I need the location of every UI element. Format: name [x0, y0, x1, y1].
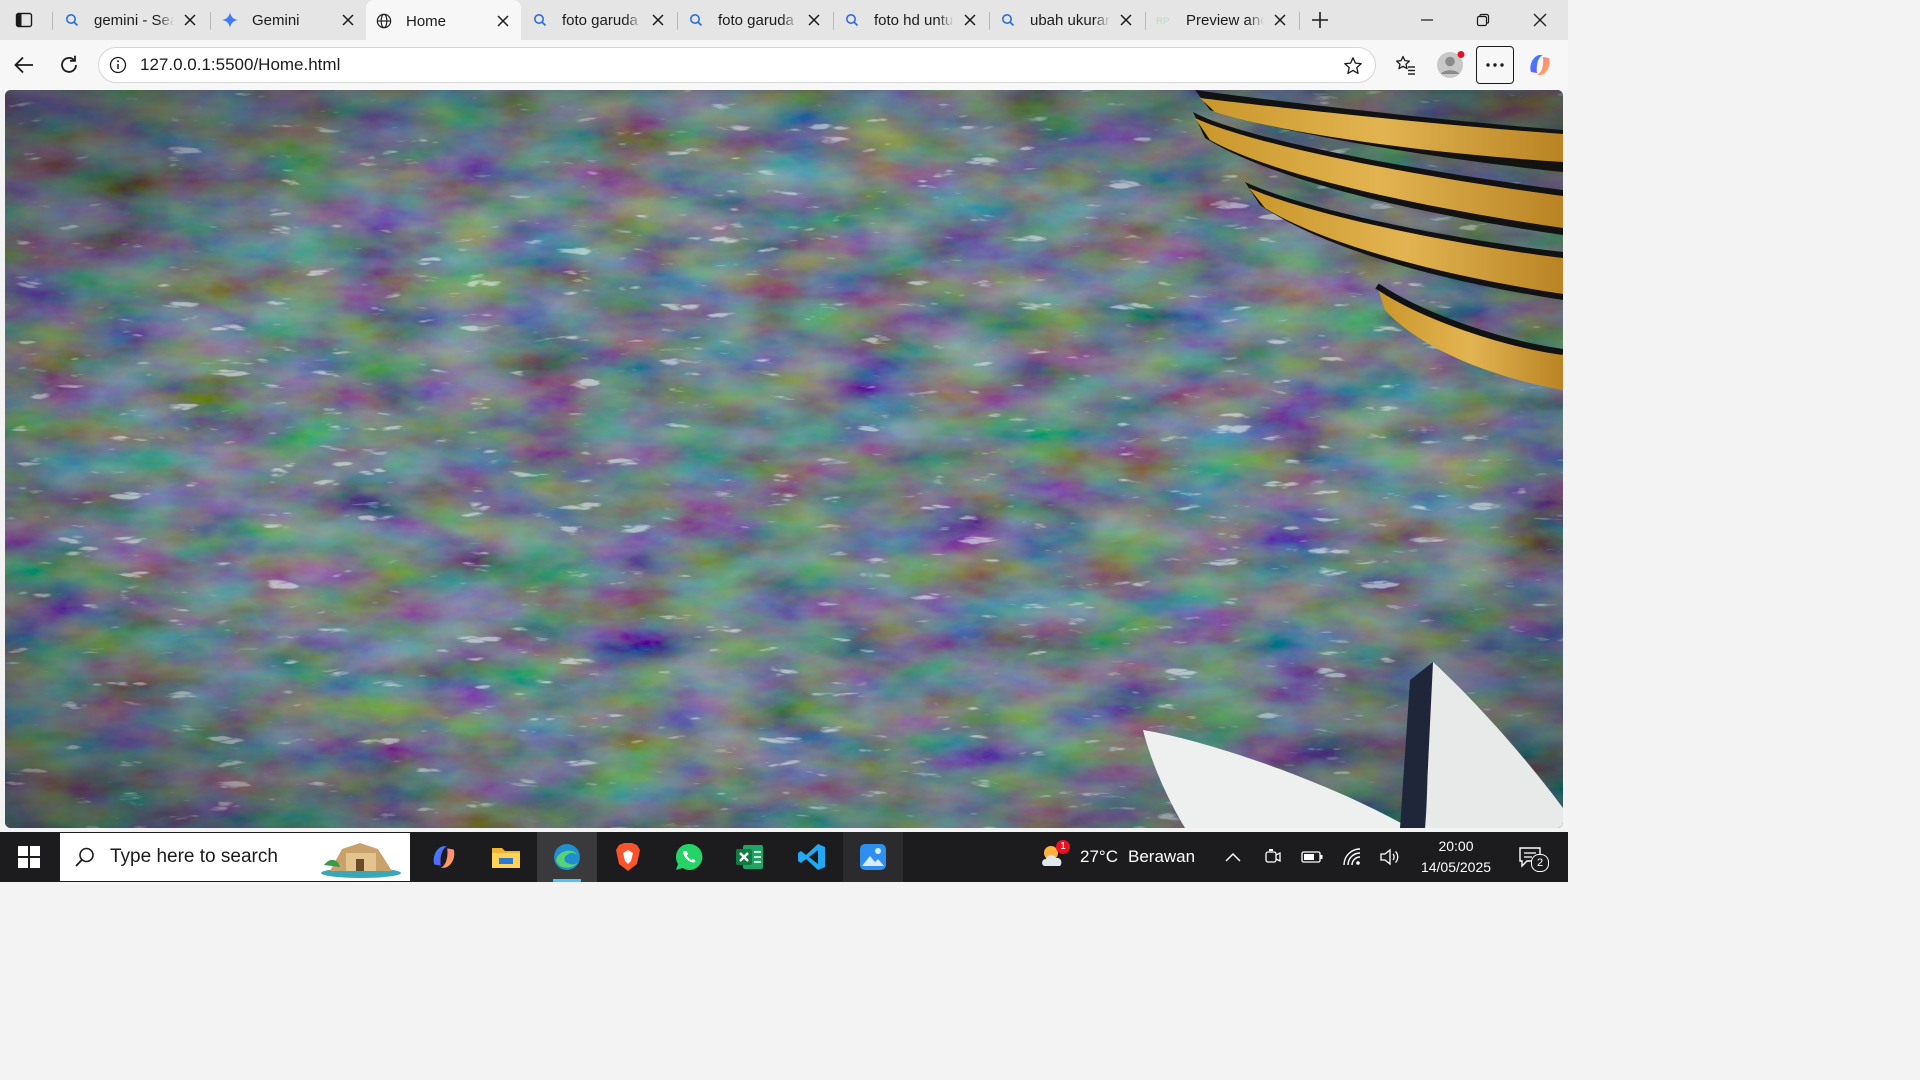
rocky-water-photo — [5, 90, 1563, 828]
windows-logo-icon — [18, 846, 40, 868]
address-bar[interactable]: 127.0.0.1:5500/Home.html — [98, 47, 1376, 83]
back-arrow-icon[interactable] — [12, 53, 36, 77]
search-icon — [688, 12, 704, 28]
tab-home[interactable]: Home — [366, 0, 521, 42]
tab-foto-hd[interactable]: foto hd untuk — [834, 0, 988, 40]
browser-toolbar: 127.0.0.1:5500/Home.html — [0, 40, 1568, 90]
notification-center-button[interactable]: 2 — [1510, 832, 1550, 882]
favorites-icon[interactable] — [1391, 50, 1421, 80]
brave-browser-icon[interactable] — [598, 832, 658, 882]
new-tab-plus-icon[interactable] — [1308, 8, 1332, 32]
close-icon[interactable] — [806, 12, 822, 28]
svg-text:RP: RP — [1156, 16, 1169, 27]
photos-app-icon[interactable] — [843, 832, 903, 882]
file-explorer-icon[interactable] — [476, 832, 536, 882]
tab-title: ubah ukuran — [1030, 11, 1110, 29]
gemini-sparkle-icon — [222, 12, 238, 28]
windows-taskbar: Type here to search 1 27°C Berawan 20:00… — [0, 832, 1568, 882]
copilot-app-icon[interactable] — [414, 832, 474, 882]
tab-gemini-search[interactable]: gemini - Search — [54, 0, 208, 40]
tab-title: gemini - Search — [94, 11, 174, 29]
page-background-image — [5, 90, 1563, 828]
profile-avatar-icon[interactable] — [1435, 50, 1465, 80]
battery-icon[interactable] — [1300, 832, 1324, 882]
clock-time: 20:00 — [1438, 838, 1474, 854]
close-icon[interactable] — [650, 12, 666, 28]
taskbar-clock[interactable]: 20:00 14/05/2025 — [1412, 836, 1500, 878]
wifi-icon[interactable] — [1340, 832, 1364, 882]
globe-icon — [376, 13, 392, 29]
search-icon — [1000, 12, 1016, 28]
rp-site-icon: RP — [1156, 12, 1172, 28]
tab-title: Preview and — [1186, 11, 1264, 29]
more-options-icon[interactable] — [1476, 46, 1514, 84]
favorite-star-icon[interactable] — [1343, 56, 1363, 76]
tab-preview[interactable]: RP Preview and — [1146, 0, 1298, 40]
close-icon[interactable] — [340, 12, 356, 28]
tab-gemini[interactable]: Gemini — [212, 0, 366, 40]
tab-title: foto garuda — [562, 11, 638, 29]
tab-title: foto garuda — [718, 11, 794, 29]
site-info-icon[interactable] — [109, 56, 127, 74]
clock-date: 14/05/2025 — [1420, 859, 1492, 875]
weather-condition: Berawan — [1127, 847, 1196, 866]
search-icon — [844, 12, 860, 28]
close-icon[interactable] — [182, 12, 198, 28]
url-text[interactable]: 127.0.0.1:5500/Home.html — [140, 55, 340, 75]
taskbar-search-box[interactable]: Type here to search — [60, 833, 410, 881]
search-icon — [74, 846, 96, 868]
tab-title: Home — [406, 12, 447, 30]
search-icon — [532, 12, 548, 28]
excel-icon[interactable] — [720, 832, 780, 882]
tab-title: foto hd untuk — [874, 11, 954, 29]
search-icon — [64, 12, 80, 28]
start-button[interactable] — [0, 832, 58, 882]
tab-foto-garuda-1[interactable]: foto garuda — [522, 0, 676, 40]
vscode-icon[interactable] — [782, 832, 842, 882]
copilot-icon[interactable] — [1525, 50, 1555, 80]
refresh-icon[interactable] — [57, 53, 81, 77]
notification-count-badge: 2 — [1531, 854, 1549, 872]
weather-widget[interactable]: 1 27°C Berawan — [1038, 832, 1195, 882]
tab-ubah-ukuran[interactable]: ubah ukuran — [990, 0, 1144, 40]
search-highlight-illustration-icon — [316, 835, 406, 882]
tab-strip: gemini - Search Gemini Home foto garuda … — [0, 0, 1568, 42]
close-icon[interactable] — [495, 13, 511, 29]
weather-temp: 27°C — [1080, 847, 1118, 866]
close-icon[interactable] — [962, 12, 978, 28]
show-hidden-icons-chevron-icon[interactable] — [1222, 832, 1244, 882]
close-window-icon[interactable] — [1528, 8, 1552, 32]
weather-badge: 1 — [1056, 840, 1070, 854]
whatsapp-icon[interactable] — [659, 832, 719, 882]
volume-icon[interactable] — [1378, 832, 1402, 882]
tab-foto-garuda-2[interactable]: foto garuda — [678, 0, 832, 40]
search-placeholder: Type here to search — [110, 846, 278, 867]
meet-now-icon[interactable] — [1262, 832, 1284, 882]
minimize-icon[interactable] — [1415, 8, 1439, 32]
sidebar-toggle-icon[interactable] — [12, 8, 36, 32]
close-icon[interactable] — [1118, 12, 1134, 28]
edge-browser-icon[interactable] — [537, 832, 597, 882]
tab-title: Gemini — [252, 11, 300, 29]
restore-icon[interactable] — [1471, 8, 1495, 32]
notification-chat-icon: 2 — [1518, 846, 1549, 872]
close-icon[interactable] — [1272, 12, 1288, 28]
weather-cloudy-icon: 1 — [1038, 840, 1070, 872]
